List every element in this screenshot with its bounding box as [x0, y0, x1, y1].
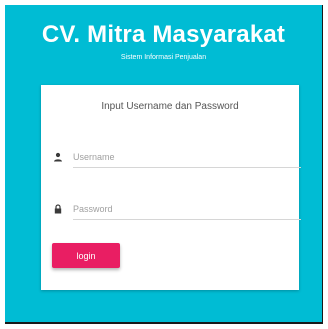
login-heading: Input Username dan Password: [101, 101, 239, 112]
password-input[interactable]: [73, 199, 301, 220]
page-background: CV. Mitra Masyarakat Sistem Informasi Pe…: [5, 5, 323, 324]
password-field: [53, 199, 301, 221]
person-icon: [54, 152, 62, 162]
login-card: Input Username dan Password login: [41, 85, 301, 290]
app-subtitle: Sistem Informasi Penjualan: [120, 54, 207, 61]
login-button[interactable]: login: [52, 243, 120, 268]
lock-icon: [54, 204, 62, 214]
username-field: [53, 147, 301, 169]
app-title: CV. Mitra Masyarakat: [41, 21, 286, 48]
username-input[interactable]: [73, 147, 301, 168]
